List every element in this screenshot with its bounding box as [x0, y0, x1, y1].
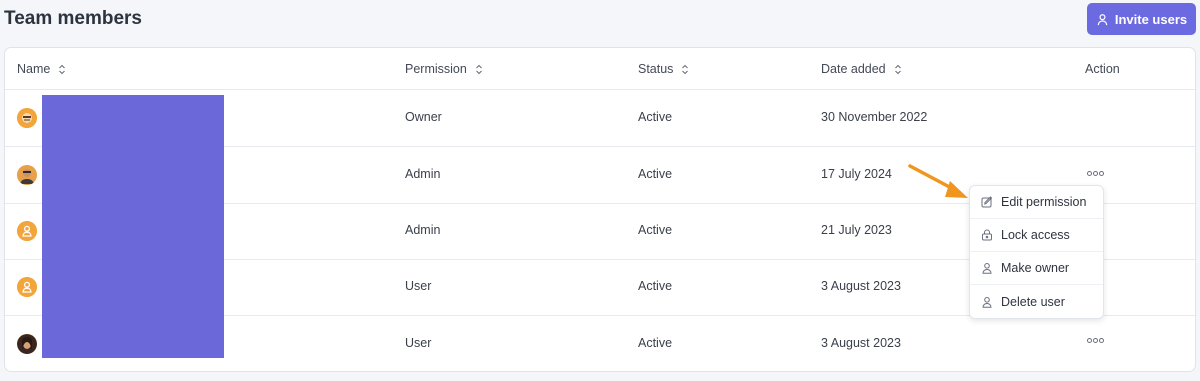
annotation-arrow-icon	[908, 164, 968, 198]
more-actions-icon[interactable]	[1087, 171, 1104, 176]
avatar	[17, 334, 37, 354]
invite-users-button[interactable]: Invite users	[1087, 3, 1196, 35]
edit-icon	[981, 196, 993, 208]
avatar-photo-icon	[17, 334, 37, 354]
sort-icon	[894, 64, 901, 74]
menu-item-edit-permission[interactable]: Edit permission	[970, 186, 1103, 219]
column-header-name[interactable]: Name	[17, 62, 66, 76]
page-title: Team members	[4, 8, 142, 29]
avatar	[17, 165, 37, 185]
sort-icon	[475, 64, 482, 74]
invite-users-label: Invite users	[1114, 11, 1188, 27]
column-header-action: Action	[1085, 62, 1120, 76]
user-icon	[982, 296, 992, 308]
avatar-illustration-icon	[17, 108, 37, 128]
user-placeholder-icon	[17, 277, 37, 297]
permission-cell: Owner	[405, 110, 442, 124]
column-header-date-added[interactable]: Date added	[821, 62, 902, 76]
status-cell: Active	[638, 110, 673, 124]
user-icon	[982, 263, 992, 274]
column-header-status[interactable]: Status	[638, 62, 689, 76]
table-header: Name Permission Status Date added Action	[5, 48, 1195, 90]
permission-cell: User	[405, 336, 432, 350]
status-cell: Active	[638, 167, 673, 181]
date-added-cell: 17 July 2024	[821, 167, 892, 181]
avatar	[17, 221, 37, 241]
column-header-permission[interactable]: Permission	[405, 62, 483, 76]
status-cell: Active	[638, 279, 673, 293]
date-added-cell: 21 July 2023	[821, 223, 892, 237]
date-added-cell: 30 November 2022	[821, 110, 928, 124]
sort-icon	[59, 64, 66, 74]
lock-icon	[982, 229, 992, 241]
avatar-photo-icon	[17, 165, 37, 185]
sort-icon	[682, 64, 689, 74]
more-actions-icon[interactable]	[1087, 338, 1104, 343]
menu-item-lock-access[interactable]: Lock access	[970, 219, 1103, 252]
date-added-cell: 3 August 2023	[821, 279, 901, 293]
date-added-cell: 3 August 2023	[821, 336, 901, 350]
avatar	[17, 108, 37, 128]
status-cell: Active	[638, 336, 673, 350]
menu-item-make-owner[interactable]: Make owner	[970, 252, 1103, 285]
action-menu: Edit permission Lock access Make owner D…	[969, 185, 1104, 319]
menu-item-delete-user[interactable]: Delete user	[970, 285, 1103, 318]
permission-cell: Admin	[405, 167, 441, 181]
user-placeholder-icon	[17, 221, 37, 241]
status-cell: Active	[638, 223, 673, 237]
avatar	[17, 277, 37, 297]
permission-cell: Admin	[405, 223, 441, 237]
permission-cell: User	[405, 279, 432, 293]
redacted-names-block	[42, 95, 224, 358]
user-icon	[1097, 13, 1108, 25]
